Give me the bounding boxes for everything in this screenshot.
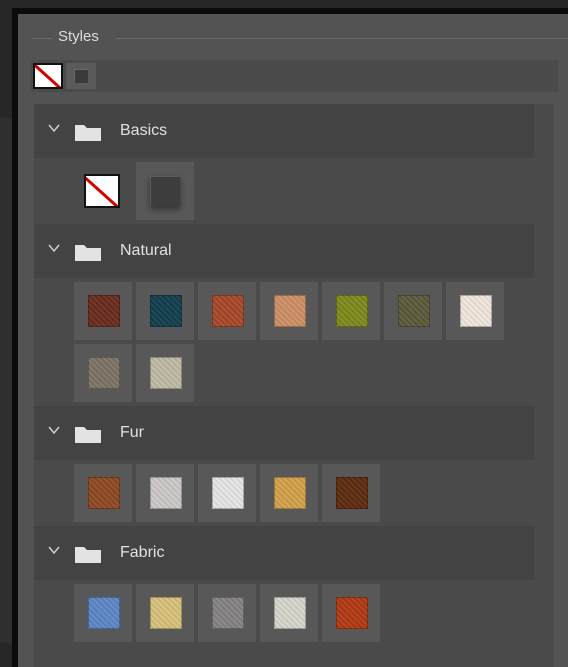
chevron-down-icon[interactable] bbox=[48, 544, 60, 556]
chevron-down-icon[interactable] bbox=[48, 424, 60, 436]
group-header-fur[interactable]: Fur bbox=[34, 406, 534, 460]
style-thumbnail bbox=[336, 477, 368, 509]
style-thumbnail bbox=[398, 295, 430, 327]
group-label-fur: Fur bbox=[120, 424, 144, 441]
styles-panel: Styles Basics Natural Fur Fabric bbox=[18, 14, 568, 667]
style-swatch[interactable] bbox=[136, 584, 194, 642]
panel-header: Styles bbox=[18, 14, 568, 56]
style-swatch[interactable] bbox=[136, 464, 194, 522]
style-swatch[interactable] bbox=[136, 344, 194, 402]
chevron-down-icon[interactable] bbox=[48, 242, 60, 254]
no-style-icon bbox=[84, 174, 120, 208]
chevron-down-icon[interactable] bbox=[48, 122, 60, 134]
default-style-icon bbox=[150, 176, 180, 206]
style-swatch[interactable] bbox=[260, 282, 318, 340]
style-swatch[interactable] bbox=[198, 282, 256, 340]
style-thumbnail bbox=[336, 295, 368, 327]
folder-icon bbox=[75, 125, 101, 141]
style-swatch[interactable] bbox=[74, 584, 132, 642]
style-thumbnail bbox=[88, 295, 120, 327]
folder-icon bbox=[75, 547, 101, 563]
default-style-swatch[interactable] bbox=[136, 162, 194, 220]
group-label-natural: Natural bbox=[120, 242, 172, 259]
style-swatch[interactable] bbox=[198, 464, 256, 522]
group-header-basics[interactable]: Basics bbox=[34, 104, 534, 158]
style-thumbnail bbox=[150, 597, 182, 629]
panel-title: Styles bbox=[58, 28, 99, 45]
style-thumbnail bbox=[336, 597, 368, 629]
style-swatch[interactable] bbox=[322, 282, 380, 340]
style-thumbnail bbox=[274, 597, 306, 629]
style-thumbnail bbox=[88, 597, 120, 629]
style-swatch[interactable] bbox=[322, 464, 380, 522]
style-thumbnail bbox=[212, 295, 244, 327]
folder-icon bbox=[75, 427, 101, 443]
style-thumbnail bbox=[150, 477, 182, 509]
style-swatch[interactable] bbox=[74, 344, 132, 402]
group-header-fabric[interactable]: Fabric bbox=[34, 526, 534, 580]
style-thumbnail bbox=[150, 295, 182, 327]
style-swatch[interactable] bbox=[322, 584, 380, 642]
style-thumbnail bbox=[150, 357, 182, 389]
style-thumbnail bbox=[212, 477, 244, 509]
style-swatch[interactable] bbox=[74, 464, 132, 522]
style-swatch[interactable] bbox=[260, 584, 318, 642]
group-label-basics: Basics bbox=[120, 122, 168, 139]
recent-default-style-swatch[interactable] bbox=[66, 63, 96, 89]
style-thumbnail bbox=[88, 357, 120, 389]
title-rule bbox=[116, 38, 568, 39]
group-label-fabric: Fabric bbox=[120, 544, 165, 561]
style-swatch[interactable] bbox=[384, 282, 442, 340]
style-thumbnail bbox=[460, 295, 492, 327]
scrollbar-track[interactable] bbox=[554, 104, 568, 667]
style-swatch[interactable] bbox=[74, 282, 132, 340]
style-thumbnail bbox=[88, 477, 120, 509]
style-thumbnail bbox=[274, 295, 306, 327]
style-thumbnail bbox=[212, 597, 244, 629]
recent-styles-bar bbox=[30, 60, 558, 92]
recent-no-style-swatch[interactable] bbox=[33, 63, 63, 89]
style-swatch[interactable] bbox=[198, 584, 256, 642]
folder-icon bbox=[75, 245, 101, 261]
style-swatch[interactable] bbox=[136, 282, 194, 340]
group-header-natural[interactable]: Natural bbox=[34, 224, 534, 278]
styles-list[interactable]: Basics Natural Fur Fabric bbox=[34, 104, 568, 667]
default-style-icon bbox=[74, 69, 88, 83]
title-rule-left bbox=[32, 38, 52, 39]
no-style-swatch[interactable] bbox=[74, 162, 132, 220]
style-thumbnail bbox=[274, 477, 306, 509]
style-swatch[interactable] bbox=[260, 464, 318, 522]
style-swatch[interactable] bbox=[446, 282, 504, 340]
